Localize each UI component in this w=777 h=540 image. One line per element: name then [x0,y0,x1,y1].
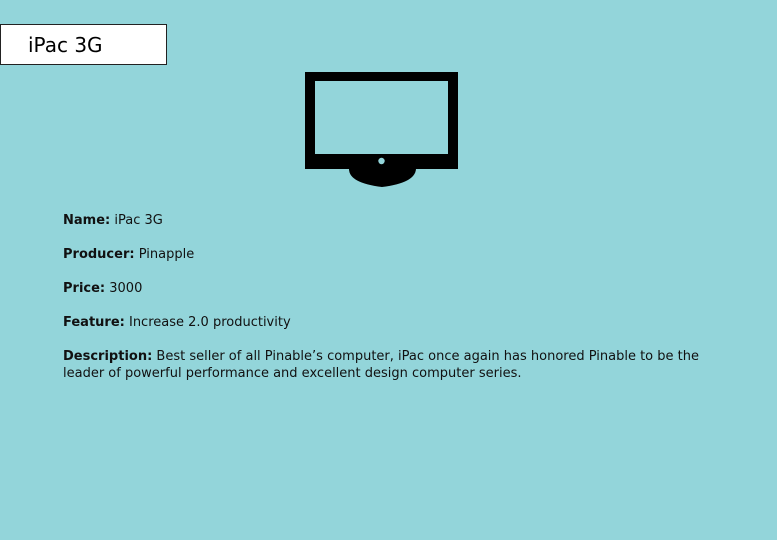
producer-label: Producer: [63,247,135,262]
description-row: Description: Best seller of all Pinable’… [63,348,733,382]
description-label: Description: [63,349,153,364]
product-details: Name: iPac 3G Producer: Pinapple Price: … [63,212,733,399]
price-row: Price: 3000 [63,280,733,297]
price-label: Price: [63,281,106,296]
name-row: Name: iPac 3G [63,212,733,229]
name-value: iPac 3G [114,213,163,228]
producer-value: Pinapple [138,247,195,262]
name-label: Name: [63,213,111,228]
feature-label: Feature: [63,315,125,330]
producer-row: Producer: Pinapple [63,246,733,263]
feature-value: Increase 2.0 productivity [128,315,291,330]
feature-row: Feature: Increase 2.0 productivity [63,314,733,331]
price-value: 3000 [109,281,143,296]
monitor-icon [305,72,458,188]
product-title: iPac 3G [28,33,103,57]
product-title-box: iPac 3G [0,24,167,65]
description-value: Best seller of all Pinable’s computer, i… [63,349,699,381]
